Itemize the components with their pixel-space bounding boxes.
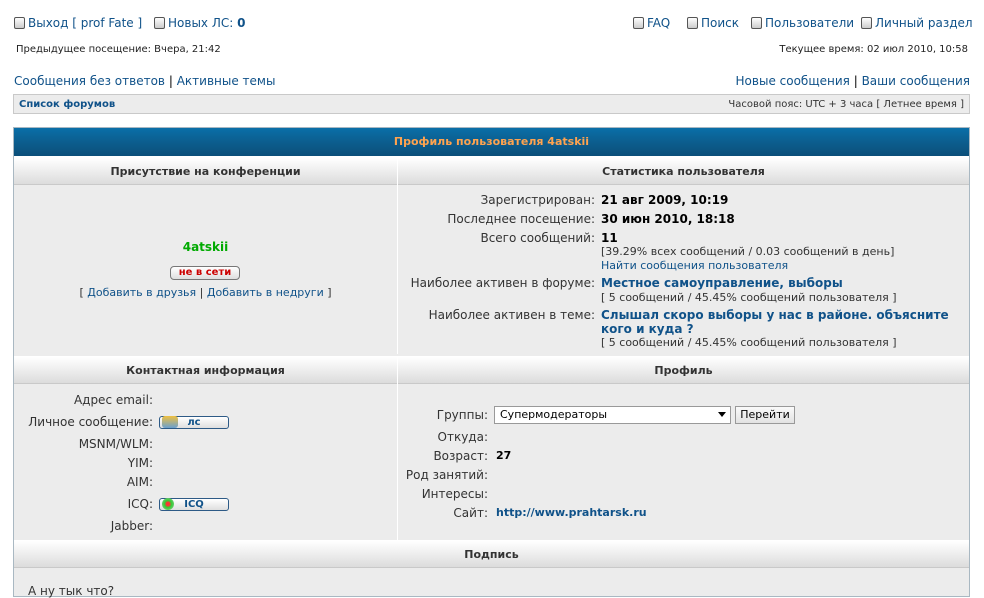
logout-link[interactable]: Выход [ prof Fate ] [14,16,142,30]
contact-header: Контактная информация [14,356,397,384]
column-divider [397,356,398,540]
link-separator: | [853,74,858,88]
unanswered-link[interactable]: Сообщения без ответов [14,74,165,88]
icq-button[interactable]: ICQ [159,498,229,511]
active-topics-link[interactable]: Активные темы [177,74,276,88]
bracket-close: ] [327,286,332,299]
members-link[interactable]: Пользователи [751,16,854,30]
logout-label[interactable]: Выход [ prof Fate ] [28,16,142,30]
icq-button-label: ICQ [184,499,204,510]
profile-panel: Профиль пользователя 4atskii Присутствие… [13,127,970,598]
members-icon [751,17,762,29]
age-label: Возраст: [433,449,488,463]
link-separator: | [168,74,173,88]
presence-header: Присутствие на конференции [14,157,397,185]
search-link[interactable]: Поиск [687,16,739,30]
add-foe-link[interactable]: Добавить в недруги [207,286,324,299]
groups-select[interactable]: Супермодераторы [494,406,731,424]
email-label: Адрес email: [73,393,153,407]
search-label[interactable]: Поиск [701,16,739,30]
send-pm-button[interactable]: лс [159,416,229,429]
timezone-text: Часовой пояс: UTC + 3 часа [ Летнее врем… [728,99,964,110]
last-visit-label: Последнее посещение: [447,212,595,226]
find-posts-link[interactable]: Найти сообщения пользователя [601,259,788,272]
active-forum-label: Наиболее активен в форуме: [410,276,595,290]
occupation-label: Род занятий: [405,468,488,482]
aim-label: AIM: [126,475,153,489]
go-button[interactable]: Перейти [735,406,795,424]
quick-links-left: Сообщения без ответов | Активные темы [14,74,275,88]
age-value: 27 [496,449,512,462]
groups-label: Группы: [436,408,488,422]
posts-label: Всего сообщений: [480,231,595,245]
help-icon [633,17,644,29]
posts-count: 11 [601,231,618,245]
chevron-down-icon [718,412,726,417]
last-visit-value: 30 июн 2010, 18:18 [601,212,735,226]
breadcrumb-bar: Список форумов Часовой пояс: UTC + 3 час… [13,94,970,114]
active-topic-link-line1[interactable]: Слышал скоро выборы у нас в районе. объя… [601,308,949,322]
signature-text: А ну тык что? [28,584,115,598]
groups-selected: Супермодераторы [500,408,608,421]
yim-label: YIM: [127,456,153,470]
from-label: Откуда: [437,430,488,444]
current-time-text: Текущее время: 02 июл 2010, 10:58 [779,44,968,55]
icq-label: ICQ: [127,497,153,511]
friend-foe-links: [ Добавить в друзья | Добавить в недруги… [14,286,397,299]
ucp-link[interactable]: Личный раздел [861,16,973,30]
registered-value: 21 авг 2009, 10:19 [601,193,729,207]
username: 4atskii [182,240,229,254]
logout-icon [14,17,25,29]
active-forum-link[interactable]: Местное самоуправление, выборы [601,276,843,290]
faq-link[interactable]: FAQ [633,16,670,30]
last-visit-text: Предыдущее посещение: Вчера, 21:42 [16,44,221,55]
website-label: Сайт: [453,506,488,520]
msnm-label: MSNM/WLM: [78,437,153,451]
active-topic-link-line2[interactable]: кого и куда ? [601,322,694,336]
posts-detail: [39.29% всех сообщений / 0.03 сообщений … [601,245,895,258]
online-status-badge: не в сети [170,266,240,280]
new-pm-label[interactable]: Новых ЛС: [168,16,233,30]
search-icon [687,17,698,29]
forum-index-link[interactable]: Список форумов [19,99,115,110]
pm-label: Личное сообщение: [28,415,153,429]
new-posts-link[interactable]: Новые сообщения [736,74,850,88]
signature-header: Подпись [14,540,969,568]
send-pm-label: лс [187,417,201,428]
link-separator: | [199,286,204,299]
bracket-open: [ [79,286,84,299]
registered-label: Зарегистрирован: [480,193,595,207]
active-topic-detail: [ 5 сообщений / 45.45% сообщений пользов… [601,336,897,349]
ucp-label[interactable]: Личный раздел [875,16,973,30]
jabber-label: Jabber: [110,519,153,533]
interests-label: Интересы: [421,487,488,501]
your-posts-link[interactable]: Ваши сообщения [862,74,970,88]
inbox-icon [154,17,165,29]
profile-title: Профиль пользователя 4atskii [14,128,969,157]
stats-header: Статистика пользователя [398,157,969,185]
new-pm-count: 0 [237,16,246,30]
profile-info-header: Профиль [398,356,969,384]
members-label[interactable]: Пользователи [765,16,854,30]
new-pm-link[interactable]: Новых ЛС: 0 [154,16,245,30]
active-topic-label: Наиболее активен в теме: [428,308,595,322]
column-divider [397,157,398,354]
website-link[interactable]: http://www.prahtarsk.ru [496,506,647,519]
user-panel-icon [861,17,872,29]
quick-links-right: Новые сообщения | Ваши сообщения [736,74,970,88]
icq-flower-icon [162,498,174,510]
faq-label[interactable]: FAQ [647,16,670,30]
contacts-icon [162,416,178,428]
add-friend-link[interactable]: Добавить в друзья [87,286,196,299]
active-forum-detail: [ 5 сообщений / 45.45% сообщений пользов… [601,291,897,304]
